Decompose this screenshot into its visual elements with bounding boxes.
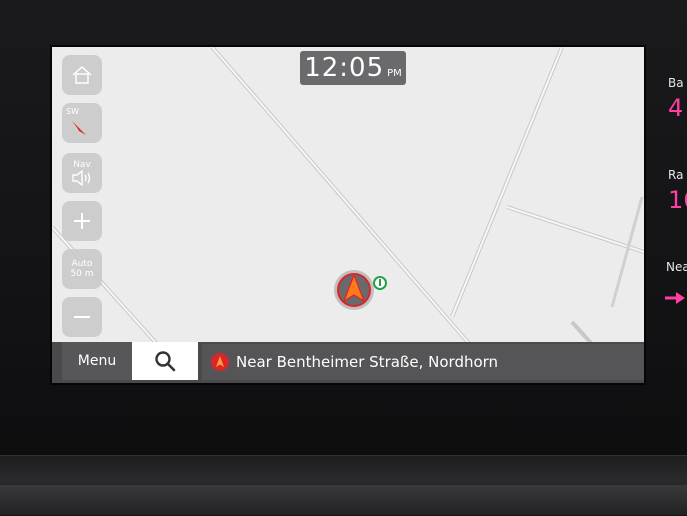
compass-button[interactable]: SW [62, 103, 102, 143]
current-location-bar[interactable]: Near Bentheimer Straße, Nordhorn [202, 344, 644, 380]
info-label-3: Nea [666, 260, 687, 274]
compass-direction-label: SW [66, 107, 79, 116]
right-info-panel: Ba 4 Ra 16 Nea [656, 60, 687, 320]
zoom-scale-indicator[interactable]: Auto 50 m [62, 249, 102, 289]
map-canvas[interactable] [52, 47, 644, 383]
location-marker-icon [211, 353, 229, 371]
clock-display: 12:05 PM [300, 51, 406, 85]
info-label-2: Ra [668, 168, 684, 182]
info-value-1: 4 [668, 94, 684, 122]
poi-icon[interactable] [373, 276, 387, 290]
clock-time: 12:05 [304, 53, 385, 83]
info-value-2: 16 [668, 186, 687, 214]
zoom-in-button[interactable] [62, 201, 102, 241]
menu-button[interactable]: Menu [62, 342, 132, 380]
dashboard-trim-lower [0, 485, 687, 515]
navigation-screen: 12:05 PM SW Nav Auto 50 m Menu Near Bent… [52, 47, 644, 383]
info-label-1: Ba [668, 76, 684, 90]
zoom-scale-label: 50 m [70, 269, 94, 279]
nav-voice-label: Nav [73, 160, 91, 170]
search-button[interactable] [132, 342, 198, 380]
current-location-text: Near Bentheimer Straße, Nordhorn [236, 353, 499, 371]
nav-voice-button[interactable]: Nav [62, 153, 102, 193]
clock-ampm: PM [387, 68, 402, 79]
plus-icon [74, 213, 90, 229]
search-icon [155, 351, 176, 372]
compass-icon [72, 121, 86, 135]
home-button[interactable] [62, 55, 102, 95]
home-icon [72, 65, 92, 84]
arrow-right-icon [665, 292, 685, 304]
zoom-out-button[interactable] [62, 297, 102, 337]
vehicle-arrow-icon [334, 270, 374, 310]
zoom-auto-label: Auto [71, 259, 93, 269]
minus-icon [74, 316, 90, 318]
speaker-icon [72, 170, 91, 186]
